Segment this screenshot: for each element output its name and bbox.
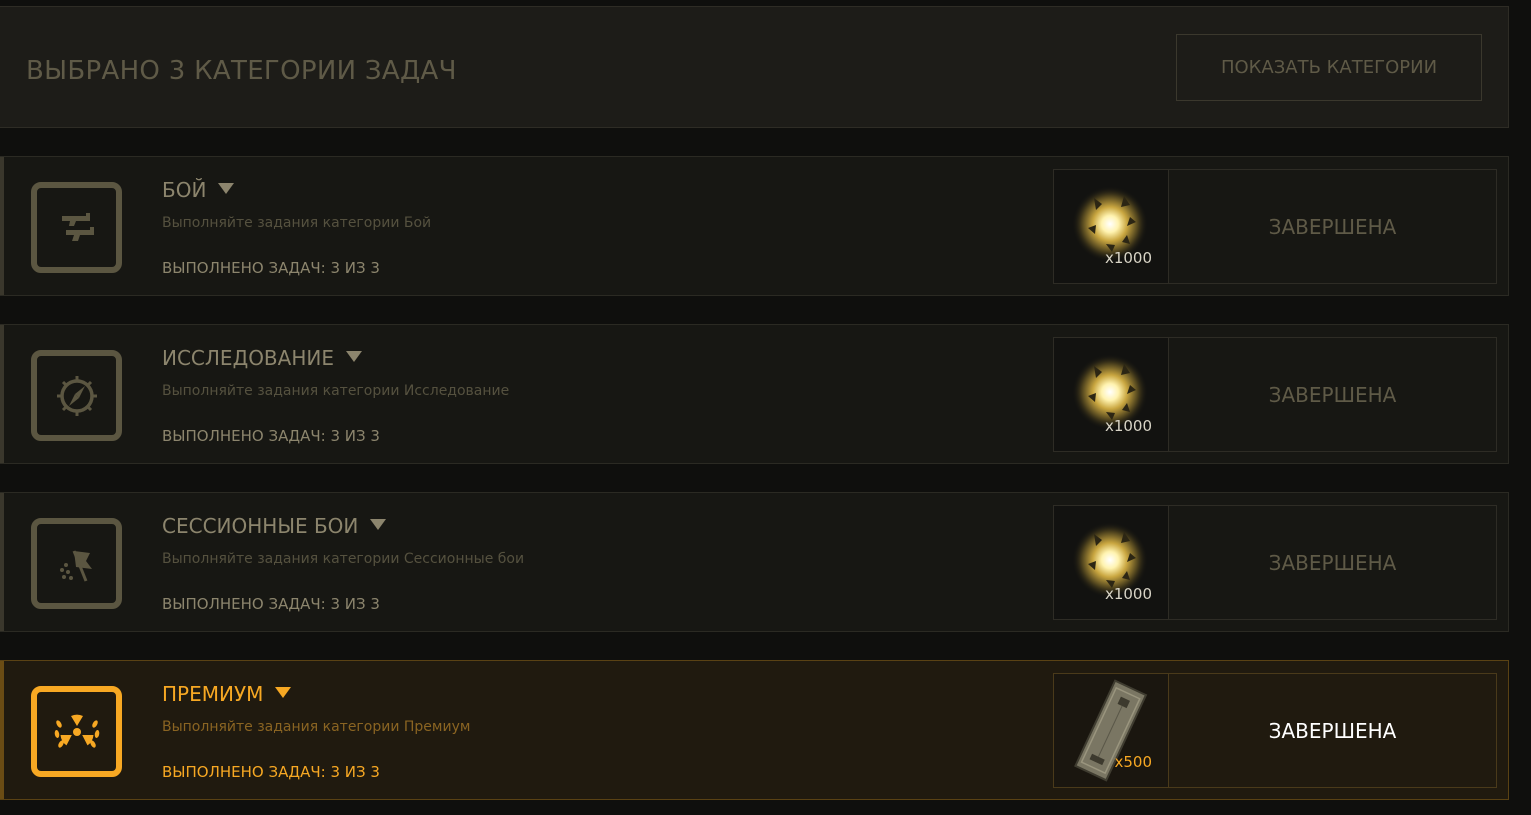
show-categories-button[interactable]: ПОКАЗАТЬ КАТЕГОРИИ	[1176, 34, 1482, 101]
category-name[interactable]: БОЙ	[162, 178, 235, 202]
category-description: Выполняйте задания категории Бой	[162, 215, 432, 231]
category-progress: ВЫПОЛНЕНО ЗАДАЧ: 3 ИЗ 3	[162, 427, 380, 445]
category-row-premium[interactable]: ПРЕМИУМ Выполняйте задания категории Пре…	[0, 660, 1509, 800]
reward-slot[interactable]: x1000	[1053, 169, 1169, 284]
categories-header: ВЫБРАНО 3 КАТЕГОРИИ ЗАДАЧ ПОКАЗАТЬ КАТЕГ…	[0, 6, 1509, 128]
category-row-session-battles[interactable]: СЕССИОННЫЕ БОИ Выполняйте задания катего…	[0, 492, 1509, 632]
status-label: ЗАВЕРШЕНА	[1168, 169, 1497, 284]
status-label: ЗАВЕРШЕНА	[1168, 337, 1497, 452]
radiation-laurel-icon	[31, 686, 122, 777]
status-label: ЗАВЕРШЕНА	[1168, 505, 1497, 620]
reward-slot[interactable]: x500	[1053, 673, 1169, 788]
flag-icon	[31, 518, 122, 609]
reward-slot[interactable]: x1000	[1053, 505, 1169, 620]
pistols-icon	[31, 182, 122, 273]
category-description: Выполняйте задания категории Сессионные …	[162, 551, 525, 567]
category-name[interactable]: ПРЕМИУМ	[162, 682, 292, 706]
chevron-down-icon	[218, 183, 235, 194]
chevron-down-icon	[275, 687, 292, 698]
reward-count: x500	[1114, 753, 1152, 771]
compass-icon	[31, 350, 122, 441]
status-label: ЗАВЕРШЕНА	[1168, 673, 1497, 788]
category-row-combat[interactable]: БОЙ Выполняйте задания категории Бой ВЫП…	[0, 156, 1509, 296]
reward-count: x1000	[1104, 417, 1152, 435]
reward-count: x1000	[1104, 585, 1152, 603]
reward-count: x1000	[1104, 249, 1152, 267]
category-progress: ВЫПОЛНЕНО ЗАДАЧ: 3 ИЗ 3	[162, 595, 380, 613]
category-progress: ВЫПОЛНЕНО ЗАДАЧ: 3 ИЗ 3	[162, 259, 380, 277]
chevron-down-icon	[345, 351, 362, 362]
chevron-down-icon	[370, 519, 387, 530]
category-name[interactable]: СЕССИОННЫЕ БОИ	[162, 514, 387, 538]
category-progress: ВЫПОЛНЕНО ЗАДАЧ: 3 ИЗ 3	[162, 763, 380, 781]
category-row-exploration[interactable]: ИССЛЕДОВАНИЕ Выполняйте задания категори…	[0, 324, 1509, 464]
category-description: Выполняйте задания категории Исследовани…	[162, 383, 510, 399]
category-description: Выполняйте задания категории Премиум	[162, 719, 471, 735]
header-title: ВЫБРАНО 3 КАТЕГОРИИ ЗАДАЧ	[26, 56, 457, 86]
category-name[interactable]: ИССЛЕДОВАНИЕ	[162, 346, 362, 370]
reward-slot[interactable]: x1000	[1053, 337, 1169, 452]
